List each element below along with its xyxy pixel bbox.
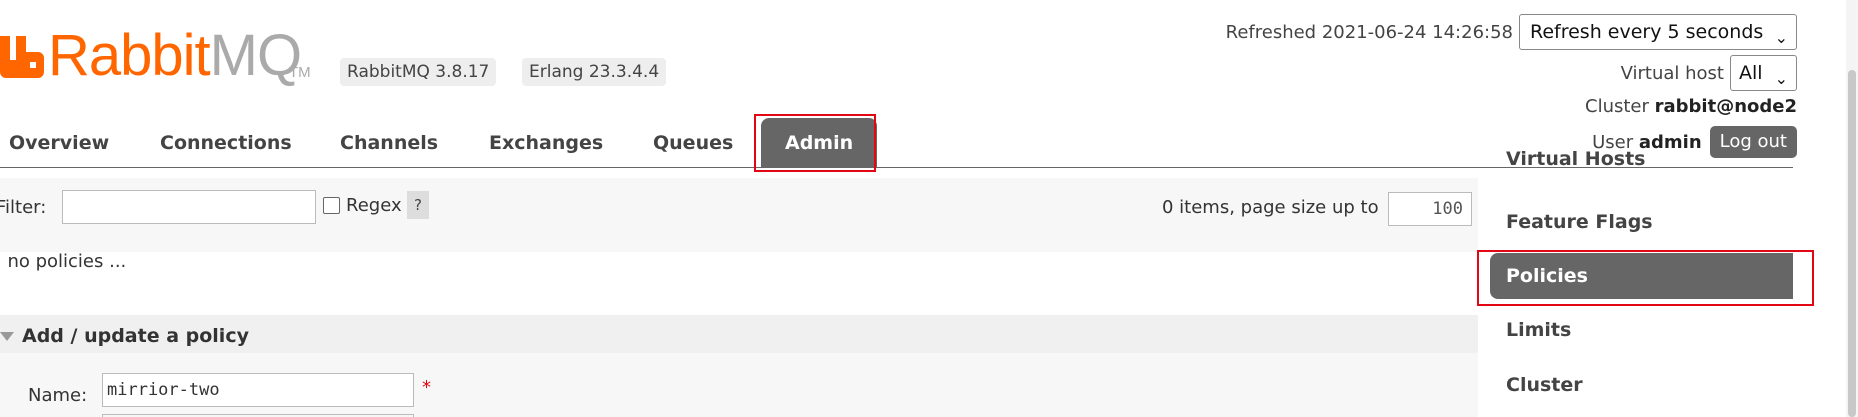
tab-exchanges[interactable]: Exchanges bbox=[489, 132, 603, 154]
refresh-status: Refreshed 2021-06-24 14:26:58 Refresh ev… bbox=[1226, 14, 1797, 50]
virtual-host-select[interactable]: All ⌄ bbox=[1730, 55, 1797, 91]
collapse-arrow-icon bbox=[0, 332, 14, 341]
rabbit-logo-icon bbox=[0, 36, 44, 78]
tab-connections[interactable]: Connections bbox=[160, 132, 292, 154]
tab-queues[interactable]: Queues bbox=[653, 132, 733, 154]
tab-channels[interactable]: Channels bbox=[340, 132, 438, 154]
refresh-interval-select[interactable]: Refresh every 5 seconds ⌄ bbox=[1519, 14, 1797, 50]
policies-highlight bbox=[1477, 250, 1814, 306]
cluster-name: rabbit@node2 bbox=[1654, 96, 1797, 117]
admin-tab-highlight bbox=[754, 114, 876, 172]
subnav-item-cluster[interactable]: Cluster bbox=[1490, 362, 1793, 408]
cluster-label: Cluster bbox=[1585, 96, 1649, 117]
chevron-down-icon: ⌄ bbox=[1774, 69, 1788, 88]
refresh-interval-value: Refresh every 5 seconds bbox=[1530, 21, 1764, 43]
virtual-host-label: Virtual host bbox=[1620, 62, 1724, 84]
items-count-text: 0 items, page size up to bbox=[1162, 197, 1379, 218]
page-size-input[interactable]: 100 bbox=[1388, 192, 1472, 226]
virtual-host-row: Virtual host All ⌄ bbox=[1621, 55, 1797, 91]
policy-name-input[interactable]: mirrior-two bbox=[102, 373, 414, 407]
virtual-host-value: All bbox=[1739, 62, 1763, 84]
regex-help-button[interactable]: ? bbox=[407, 191, 429, 219]
logo-trademark: TM bbox=[289, 64, 311, 81]
regex-label: Regex bbox=[346, 195, 402, 216]
no-policies-message: . no policies ... bbox=[0, 251, 127, 272]
regex-checkbox[interactable] bbox=[323, 197, 340, 214]
rabbitmq-version-badge: RabbitMQ 3.8.17 bbox=[340, 58, 497, 86]
name-label: Name: bbox=[28, 385, 88, 406]
refreshed-timestamp: Refreshed 2021-06-24 14:26:58 bbox=[1225, 21, 1513, 43]
subnav-clipped-item: Virtual Hosts bbox=[1490, 150, 1793, 174]
required-mark: * bbox=[422, 377, 431, 398]
subnav-item-limits[interactable]: Limits bbox=[1490, 307, 1793, 353]
cluster-info: Cluster rabbit@node2 bbox=[1585, 96, 1797, 117]
subnav-item-virtual-hosts[interactable]: Virtual Hosts bbox=[1490, 150, 1793, 174]
subnav-item-feature-flags[interactable]: Feature Flags bbox=[1490, 199, 1793, 245]
erlang-version-badge: Erlang 23.3.4.4 bbox=[522, 58, 667, 86]
tab-overview[interactable]: Overview bbox=[9, 132, 109, 154]
filter-input[interactable] bbox=[62, 190, 316, 224]
logo-text: RabbitMQ bbox=[48, 23, 302, 88]
scrollbar-thumb[interactable] bbox=[1848, 70, 1856, 417]
filter-label: Filter: bbox=[0, 197, 47, 218]
add-policy-title[interactable]: Add / update a policy bbox=[22, 325, 249, 347]
chevron-down-icon: ⌄ bbox=[1774, 28, 1788, 47]
page-scrollbar[interactable] bbox=[1846, 0, 1858, 417]
